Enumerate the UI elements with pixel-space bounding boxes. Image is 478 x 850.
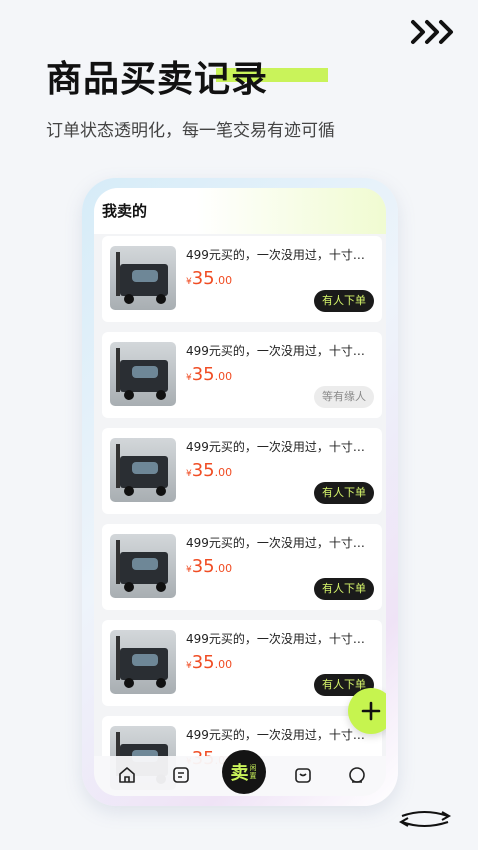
sold-items-list: 499元买的，一次没用过，十寸… ¥35.00 有人下单 499元买的，一次没用… <box>102 236 382 796</box>
item-description: 499元买的，一次没用过，十寸… <box>186 248 365 262</box>
list-item[interactable]: 499元买的，一次没用过，十寸… ¥35.00 有人下单 <box>102 236 382 322</box>
bottom-tab-bar: 卖 闲置 <box>94 750 386 796</box>
item-price: ¥35.00 <box>186 652 233 673</box>
product-thumbnail <box>110 534 176 598</box>
forward-chevrons-icon <box>411 20 453 44</box>
phone-mockup: 我卖的 499元买的，一次没用过，十寸… ¥35.00 有人下单 499元买的，… <box>82 178 398 806</box>
add-item-button[interactable] <box>348 688 386 734</box>
list-item[interactable]: 499元买的，一次没用过，十寸… ¥35.00 有人下单 <box>102 524 382 610</box>
home-icon[interactable] <box>116 764 138 786</box>
item-description: 499元买的，一次没用过，十寸… <box>186 632 365 646</box>
status-badge[interactable]: 有人下单 <box>314 578 374 600</box>
item-description: 499元买的，一次没用过，十寸… <box>186 728 365 742</box>
bag-icon[interactable] <box>292 764 314 786</box>
list-item[interactable]: 499元买的，一次没用过，十寸… ¥35.00 有人下单 <box>102 428 382 514</box>
promo-title-block: 商品买卖记录 <box>46 50 328 102</box>
list-icon[interactable] <box>170 764 192 786</box>
product-thumbnail <box>110 342 176 406</box>
screen-header: 我卖的 <box>94 188 386 234</box>
item-description: 499元买的，一次没用过，十寸… <box>186 344 365 358</box>
promo-subtitle: 订单状态透明化，每一笔交易有迹可循 <box>46 121 335 141</box>
product-thumbnail <box>110 630 176 694</box>
list-item[interactable]: 499元买的，一次没用过，十寸… ¥35.00 等有缘人 <box>102 332 382 418</box>
item-price: ¥35.00 <box>186 556 233 577</box>
profile-icon[interactable] <box>346 764 368 786</box>
plus-icon <box>361 701 381 721</box>
status-badge[interactable]: 有人下单 <box>314 290 374 312</box>
status-badge[interactable]: 有人下单 <box>314 482 374 504</box>
status-badge[interactable]: 等有缘人 <box>314 386 374 408</box>
item-price: ¥35.00 <box>186 364 233 385</box>
product-thumbnail <box>110 246 176 310</box>
sell-sublabel: 闲置 <box>249 764 257 780</box>
item-price: ¥35.00 <box>186 268 233 289</box>
swap-arrows-icon <box>398 811 452 827</box>
product-thumbnail <box>110 438 176 502</box>
sell-label: 卖 <box>230 763 249 784</box>
list-item[interactable]: 499元买的，一次没用过，十寸… ¥35.00 有人下单 <box>102 620 382 706</box>
sell-button[interactable]: 卖 闲置 <box>222 750 266 794</box>
item-description: 499元买的，一次没用过，十寸… <box>186 440 365 454</box>
phone-screen: 我卖的 499元买的，一次没用过，十寸… ¥35.00 有人下单 499元买的，… <box>94 188 386 796</box>
item-price: ¥35.00 <box>186 460 233 481</box>
page-title: 我卖的 <box>102 202 148 220</box>
item-description: 499元买的，一次没用过，十寸… <box>186 536 365 550</box>
promo-title: 商品买卖记录 <box>46 59 269 100</box>
